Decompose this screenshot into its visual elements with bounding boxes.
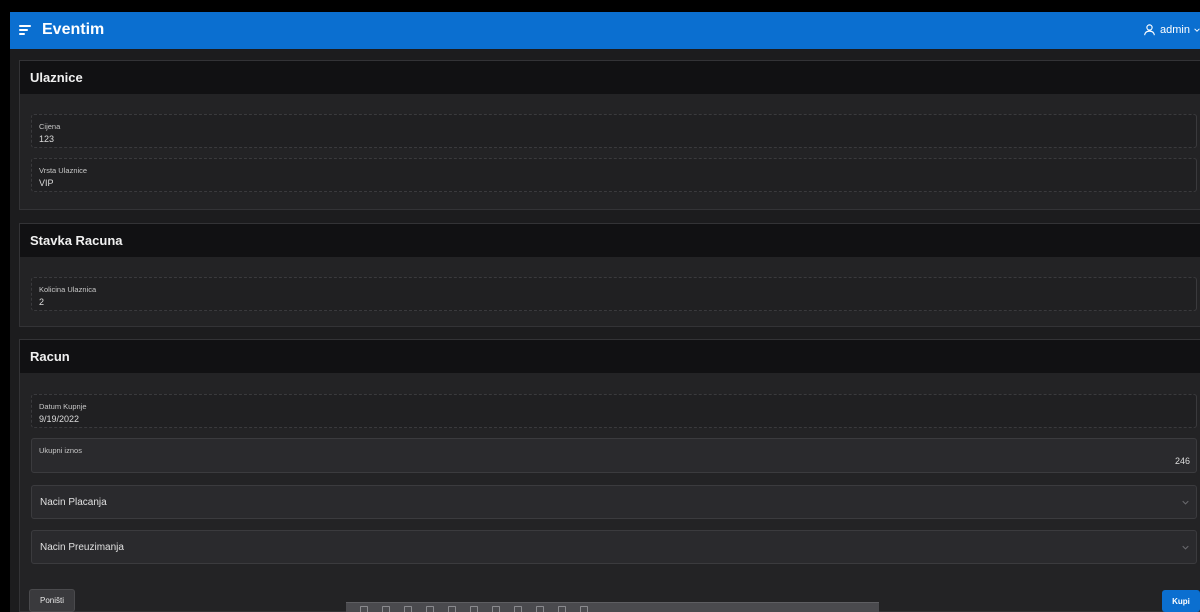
- ponisti-button[interactable]: Poništi: [29, 589, 76, 612]
- vrsta-ulaznice-field: Vrsta Ulaznice VIP: [31, 158, 1197, 192]
- toolbar-customize-icon[interactable]: [536, 606, 544, 612]
- app-title[interactable]: Eventim: [42, 21, 104, 39]
- toolbar-app-icon[interactable]: [382, 606, 390, 612]
- field-label: Vrsta Ulaznice: [39, 166, 88, 175]
- region-title: Racun: [20, 340, 1200, 373]
- field-value: VIP: [39, 178, 54, 188]
- select-label: Nacin Preuzimanja: [40, 542, 124, 553]
- ukupni-iznos-value: 246: [1174, 456, 1190, 466]
- toolbar-page-icon[interactable]: [404, 606, 412, 612]
- datum-kupnje-field: Datum Kupnje 9/19/2022: [31, 394, 1197, 428]
- app-header: Eventim admin: [10, 12, 1200, 49]
- user-icon: [1144, 24, 1155, 36]
- region-stavka-racuna: Stavka Racuna Kolicina Ulaznica 2: [19, 223, 1200, 327]
- region-racun: Racun Datum Kupnje 9/19/2022 Ukupni izno…: [19, 339, 1200, 612]
- field-label: Ukupni iznos: [39, 446, 82, 455]
- field-label: Kolicina Ulaznica: [39, 285, 97, 294]
- toolbar-session-icon[interactable]: [426, 606, 434, 612]
- user-name: admin: [1160, 23, 1190, 36]
- field-label: Cijena: [39, 122, 61, 131]
- region-title: Ulaznice: [20, 61, 1200, 94]
- chevron-down-icon: [1182, 545, 1189, 550]
- select-label: Nacin Placanja: [40, 497, 107, 508]
- toolbar-edit-icon[interactable]: [514, 606, 522, 612]
- field-value: 9/19/2022: [39, 414, 80, 424]
- toolbar-view-icon[interactable]: [448, 606, 456, 612]
- kupi-button[interactable]: Kupi: [1162, 590, 1200, 612]
- app-window: Eventim admin Ulaznice Cijena 123 Vrsta …: [10, 12, 1200, 612]
- toolbar-home-icon[interactable]: [360, 606, 368, 612]
- region-title: Stavka Racuna: [20, 224, 1200, 257]
- chevron-down-icon: [1182, 500, 1189, 505]
- user-menu[interactable]: admin: [1143, 23, 1200, 36]
- toolbar-settings-icon[interactable]: [580, 606, 588, 612]
- chevron-down-icon: [1194, 27, 1200, 32]
- field-value: 123: [39, 134, 55, 144]
- toolbar-debug-icon[interactable]: [470, 606, 478, 612]
- field-label: Datum Kupnje: [39, 402, 87, 411]
- field-value: 2: [39, 297, 45, 307]
- nacin-preuzimanja-select[interactable]: Nacin Preuzimanja: [31, 530, 1197, 564]
- cijena-field: Cijena 123: [31, 114, 1197, 148]
- toolbar-help-icon[interactable]: [558, 606, 566, 612]
- nacin-placanja-select[interactable]: Nacin Placanja: [31, 485, 1197, 519]
- ukupni-iznos-input[interactable]: Ukupni iznos 246: [31, 438, 1197, 473]
- developer-toolbar: [346, 602, 879, 612]
- region-ulaznice: Ulaznice Cijena 123 Vrsta Ulaznice VIP: [19, 60, 1200, 210]
- kolicina-ulaznica-field: Kolicina Ulaznica 2: [31, 277, 1197, 311]
- hamburger-menu-icon[interactable]: [19, 24, 31, 36]
- toolbar-layout-icon[interactable]: [492, 606, 500, 612]
